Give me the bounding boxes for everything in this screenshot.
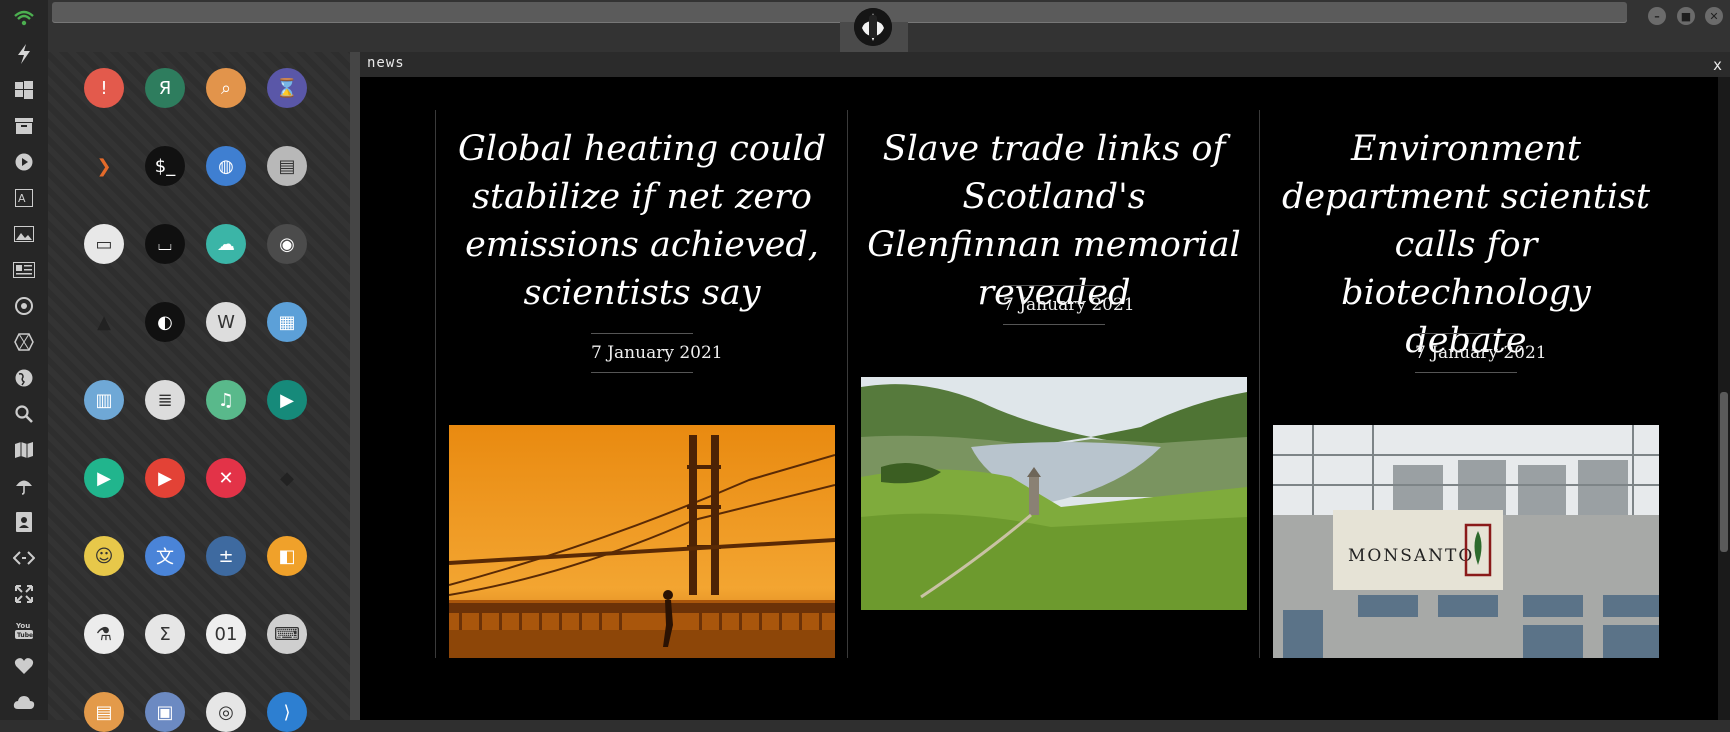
video-app-icon[interactable]: ▶ xyxy=(267,380,307,420)
arrow-app-icon[interactable]: ❯ xyxy=(84,146,124,186)
gallery-app-icon[interactable]: ▣ xyxy=(145,692,185,732)
presentation-app-icon[interactable]: ◎ xyxy=(206,692,246,732)
scrollbar[interactable] xyxy=(1718,77,1730,720)
document-app-icon[interactable]: ▤ xyxy=(84,692,124,732)
heart-icon[interactable] xyxy=(12,654,36,678)
expand-icon[interactable] xyxy=(12,582,36,606)
cloud-lock-app-icon[interactable]: ☁ xyxy=(206,224,246,264)
news-close-button[interactable]: x xyxy=(1713,56,1722,74)
keyboard-app-icon[interactable]: ⌨ xyxy=(267,614,307,654)
close-app-icon[interactable]: ✕ xyxy=(206,458,246,498)
search-app-icon[interactable]: ⌕ xyxy=(206,68,246,108)
star-trek-app-icon[interactable]: ▲ xyxy=(84,302,124,342)
window-title: news xyxy=(367,55,405,71)
scrollbar-thumb[interactable] xyxy=(1720,392,1728,552)
article-image-bridge[interactable] xyxy=(449,425,835,658)
article-headline[interactable]: Environment department scientist calls f… xyxy=(1278,125,1654,365)
death-star-app-icon[interactable]: ◐ xyxy=(145,302,185,342)
monsanto-sign-text: MONSANTO xyxy=(1348,546,1474,566)
article-card[interactable]: Environment department scientist calls f… xyxy=(1259,110,1672,658)
binary-app-icon[interactable]: 01 xyxy=(206,614,246,654)
yandex-app-icon[interactable]: Я xyxy=(145,68,185,108)
youtube-app-icon[interactable]: ▶ xyxy=(145,458,185,498)
notes-app-icon[interactable]: ≣ xyxy=(145,380,185,420)
ironman-app-icon[interactable]: ◆ xyxy=(267,458,307,498)
code-icon[interactable] xyxy=(12,546,36,570)
article-date: 7 January 2021 xyxy=(1415,333,1547,373)
calculator-app-icon[interactable]: ± xyxy=(206,536,246,576)
globe-app-icon[interactable]: ◍ xyxy=(206,146,246,186)
article-date: 7 January 2021 xyxy=(1003,285,1135,325)
map-icon[interactable] xyxy=(12,438,36,462)
article-image-monsanto[interactable]: MONSANTO xyxy=(1273,425,1659,658)
terminal-app-icon[interactable]: $_ xyxy=(145,146,185,186)
color-app-icon[interactable]: ◧ xyxy=(267,536,307,576)
window-app-icon[interactable]: ▭ xyxy=(84,224,124,264)
launcher-divider xyxy=(350,52,360,720)
hexagon-icon[interactable] xyxy=(12,330,36,354)
image-icon[interactable] xyxy=(12,222,36,246)
app-launcher-grid: ! Я ⌕ ⌛ ❯ $_ ◍ ▤ ▭ ⌴ ☁ ◉ ▲ ◐ W ▦ ▥ ≣ ♫ ▶ ▶ ▶ ✕ ◆ ☺ 文 ± ◧ ⚗ Σ 01 ⌨ ▤ ▣ ◎ ⟩ xyxy=(48,52,351,732)
vscode-app-icon[interactable]: ⟩ xyxy=(267,692,307,732)
books-app-icon[interactable]: ▥ xyxy=(84,380,124,420)
news-content: Global heating could stabilize if net ze… xyxy=(360,77,1730,720)
contacts-icon[interactable] xyxy=(12,510,36,534)
settings-icon[interactable] xyxy=(12,294,36,318)
player-app-icon[interactable]: ▶ xyxy=(84,458,124,498)
article-card[interactable]: Global heating could stabilize if net ze… xyxy=(435,110,848,658)
news-window-titlebar: news x xyxy=(360,52,1730,77)
news-icon[interactable] xyxy=(12,258,36,282)
hourglass-app-icon[interactable]: ⌛ xyxy=(267,68,307,108)
article-image-glenfinnan[interactable] xyxy=(861,377,1247,610)
svg-text:You: You xyxy=(15,622,30,630)
science-app-icon[interactable]: ⚗ xyxy=(84,614,124,654)
warning-app-icon[interactable]: ! xyxy=(84,68,124,108)
bracket-app-icon[interactable]: ⌴ xyxy=(145,224,185,264)
article-headline[interactable]: Global heating could stabilize if net ze… xyxy=(454,125,830,317)
close-window-icon[interactable]: ✕ xyxy=(1705,7,1723,25)
article-date: 7 January 2021 xyxy=(591,333,723,373)
article-card[interactable]: Slave trade links of Scotland's Glenfinn… xyxy=(847,110,1260,658)
youtube-icon[interactable]: You Tube xyxy=(12,618,36,642)
translate-app-icon[interactable]: 文 xyxy=(145,536,185,576)
github-app-icon[interactable]: ◉ xyxy=(267,224,307,264)
music-app-icon[interactable]: ♫ xyxy=(206,380,246,420)
globe-icon[interactable] xyxy=(12,366,36,390)
cloud-icon[interactable] xyxy=(12,690,36,714)
top-bar: – ■ ✕ xyxy=(48,0,1730,52)
maximize-icon[interactable]: ■ xyxy=(1677,7,1695,25)
drive-app-icon[interactable]: ▤ xyxy=(267,146,307,186)
svg-text:A: A xyxy=(18,192,26,205)
translate-icon[interactable]: A xyxy=(12,186,36,210)
sigma-app-icon[interactable]: Σ xyxy=(145,614,185,654)
play-icon[interactable] xyxy=(12,150,36,174)
archive-icon[interactable] xyxy=(12,114,36,138)
wikipedia-app-icon[interactable]: W xyxy=(206,302,246,342)
rebel-alliance-logo-icon[interactable] xyxy=(854,8,892,46)
windows-icon[interactable] xyxy=(12,78,36,102)
umbrella-icon[interactable] xyxy=(12,474,36,498)
c3po-app-icon[interactable]: ☺ xyxy=(84,536,124,576)
world-map-app-icon[interactable]: ▦ xyxy=(267,302,307,342)
search-icon[interactable] xyxy=(12,402,36,426)
wifi-icon[interactable] xyxy=(12,6,36,30)
svg-text:Tube: Tube xyxy=(17,632,33,639)
top-search-bar[interactable] xyxy=(52,2,1627,23)
lightning-icon[interactable] xyxy=(12,42,36,66)
dock: A You Tube xyxy=(0,0,48,720)
minimize-icon[interactable]: – xyxy=(1648,7,1666,25)
